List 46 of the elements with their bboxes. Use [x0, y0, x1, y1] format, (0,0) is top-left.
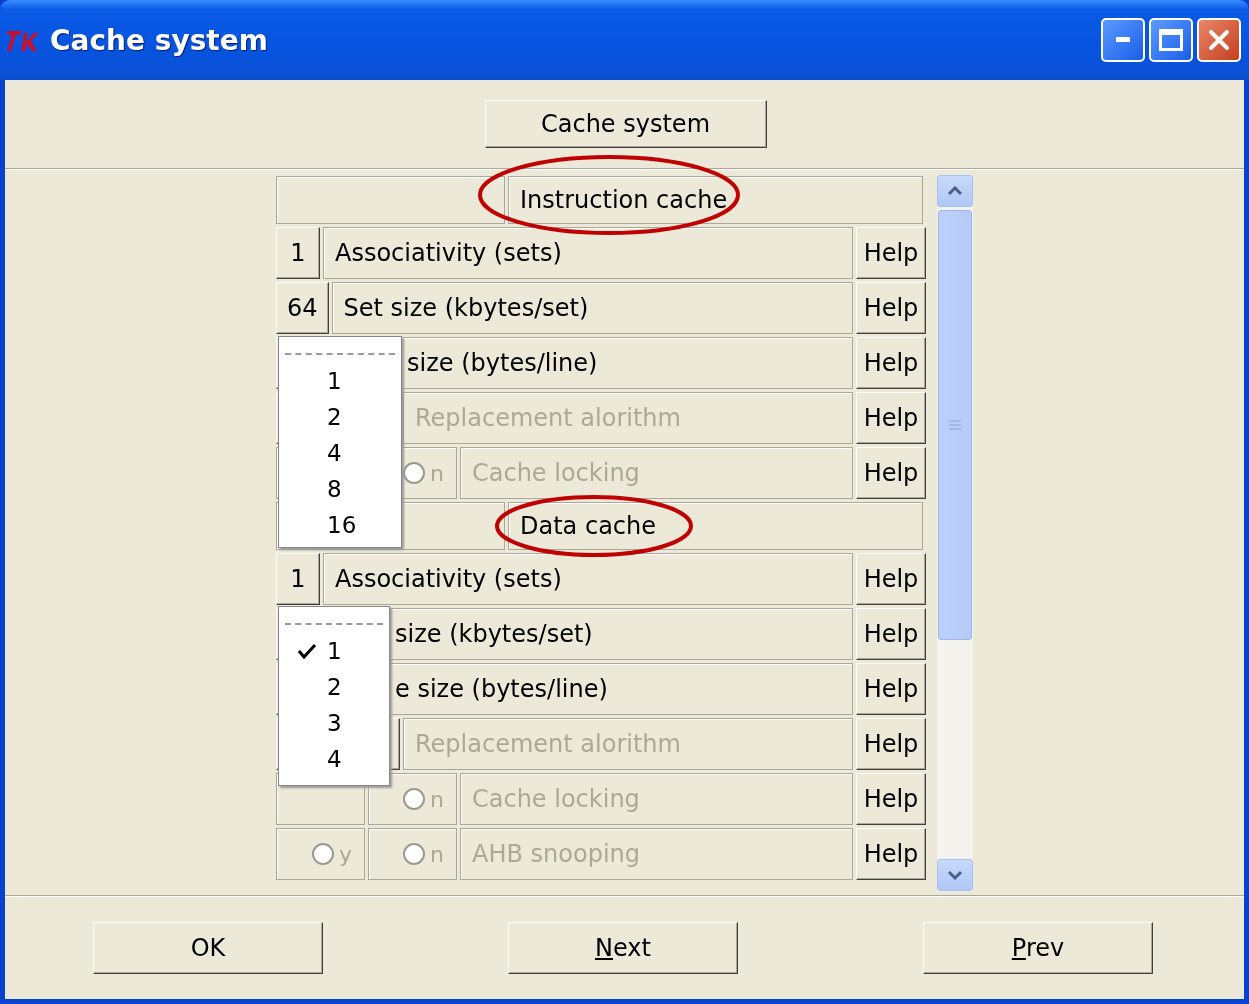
scroll-up-button[interactable]: [937, 175, 973, 207]
help-button[interactable]: Help: [856, 663, 926, 715]
value-button[interactable]: 64: [276, 282, 329, 334]
option-label: Cache locking: [460, 447, 853, 499]
scroll-down-button[interactable]: [937, 859, 973, 891]
dialog-button[interactable]: Prev: [923, 922, 1153, 974]
chevron-down-icon: [947, 870, 963, 880]
help-button[interactable]: Help: [856, 608, 926, 660]
value-button[interactable]: 1: [276, 227, 320, 279]
close-icon: [1208, 29, 1230, 51]
chevron-up-icon: [947, 186, 963, 196]
menu-item[interactable]: 8: [279, 471, 401, 507]
radio-label: n: [430, 460, 444, 486]
option-label: Cache locking: [460, 773, 853, 825]
maximize-button[interactable]: [1149, 18, 1193, 62]
menu-item[interactable]: 16: [279, 507, 401, 543]
radio-label: n: [430, 841, 444, 867]
help-button[interactable]: Help: [856, 282, 926, 334]
dialog-button[interactable]: OK: [93, 922, 323, 974]
maximize-icon: [1159, 29, 1183, 51]
menu-item[interactable]: 2: [279, 399, 401, 435]
menu-item[interactable]: 4: [279, 741, 389, 777]
help-button[interactable]: Help: [856, 227, 926, 279]
window-title: Cache system: [50, 23, 269, 57]
scrollbar[interactable]: [937, 175, 973, 891]
close-button[interactable]: [1197, 18, 1241, 62]
section-title: Instruction cache: [508, 176, 923, 224]
option-label: Replacement alorithm: [403, 718, 853, 770]
menu-item[interactable]: 4: [279, 435, 401, 471]
help-button[interactable]: Help: [856, 337, 926, 389]
value-button[interactable]: 1: [276, 553, 320, 605]
section-title: Data cache: [508, 502, 923, 550]
scroll-thumb[interactable]: [938, 210, 972, 640]
option-label: Associativity (sets): [323, 553, 853, 605]
minimize-button[interactable]: [1101, 18, 1145, 62]
minimize-icon: [1116, 37, 1130, 43]
option-label: AHB snooping: [460, 828, 853, 880]
option-label: Associativity (sets): [323, 227, 853, 279]
dialog-button[interactable]: Next: [508, 922, 738, 974]
radio-label: n: [430, 786, 444, 812]
option-label: Replacement alorithm: [403, 392, 853, 444]
option-label: Set size (kbytes/set): [331, 282, 853, 334]
help-button[interactable]: Help: [856, 553, 926, 605]
radio-label: y: [338, 841, 352, 867]
section-button[interactable]: Cache system: [484, 100, 767, 148]
check-icon: [297, 643, 317, 659]
